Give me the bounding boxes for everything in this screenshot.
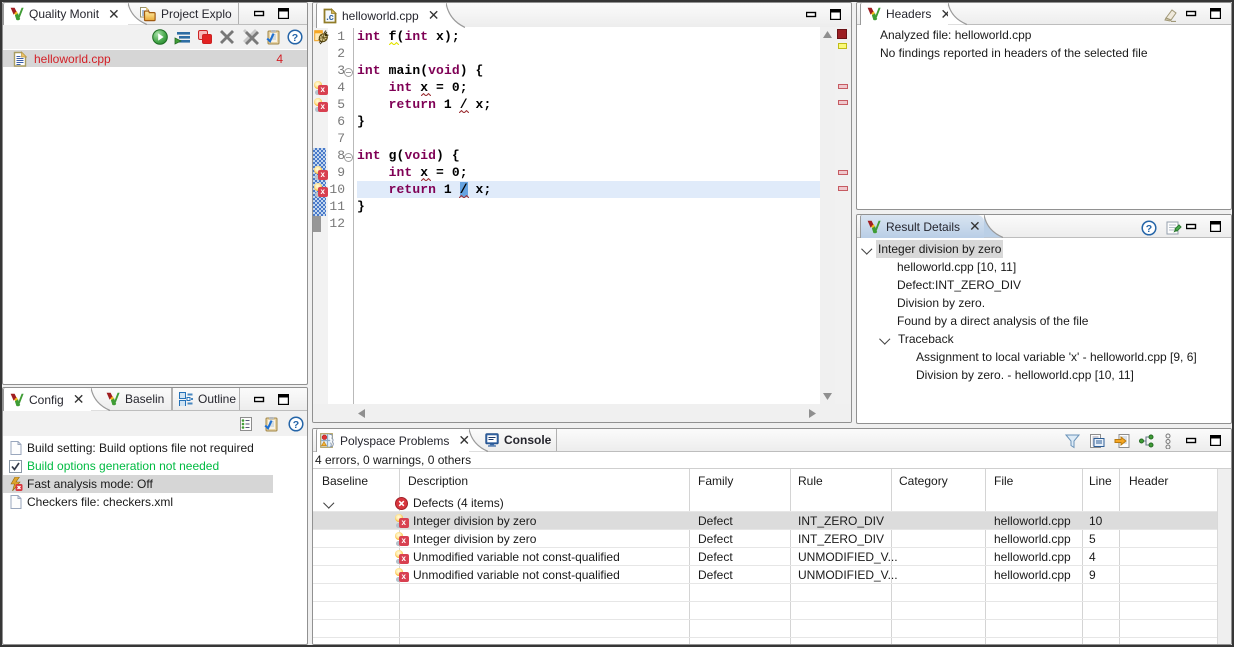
svg-text:.c: .c bbox=[326, 12, 334, 22]
svg-text:?: ? bbox=[1146, 223, 1152, 235]
svg-text:?: ? bbox=[293, 419, 299, 431]
svg-text:?: ? bbox=[292, 32, 298, 44]
